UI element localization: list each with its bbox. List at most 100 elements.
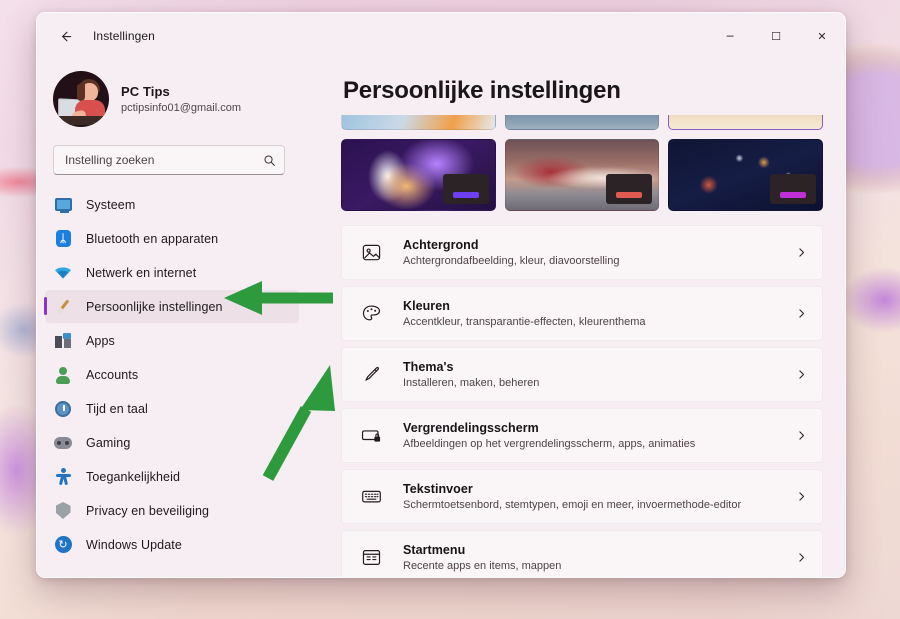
- chevron-right-icon[interactable]: [795, 246, 808, 259]
- sidebar-item-netwerk-en-internet[interactable]: Netwerk en internet: [45, 256, 299, 289]
- sidebar-item-label: Bluetooth en apparaten: [86, 231, 219, 246]
- settings-row-title: Achtergrond: [403, 238, 479, 252]
- brush-icon: [359, 363, 383, 387]
- theme-thumbnail-light-2[interactable]: [504, 115, 660, 130]
- settings-window: Instellingen ─ ☐ ✕ PC Tips pctipsinfo01@…: [36, 12, 846, 578]
- settings-row-title: Vergrendelingsscherm: [403, 421, 539, 435]
- settings-row-subtitle: Recente apps en items, mappen: [403, 560, 562, 572]
- search-icon: [263, 154, 276, 167]
- shield-icon: [53, 501, 73, 521]
- sidebar-item-gaming[interactable]: Gaming: [45, 426, 299, 459]
- maximize-button[interactable]: ☐: [753, 13, 799, 59]
- settings-row-tekstinvoer[interactable]: Tekstinvoer Schermtoetsenbord, stemtypen,…: [341, 469, 823, 524]
- settings-row-list: Achtergrond Achtergrondafbeelding, kleur,…: [341, 225, 823, 577]
- apps-icon: [53, 331, 73, 351]
- theme-thumbnail-light-3[interactable]: [668, 115, 823, 130]
- clock-icon: [53, 399, 73, 419]
- maximize-icon: ☐: [771, 29, 781, 43]
- settings-row-subtitle: Achtergrondafbeelding, kleur, diavoorste…: [403, 255, 620, 267]
- sidebar-item-label: Persoonlijke instellingen: [86, 299, 223, 314]
- sidebar-item-privacy-en-beveiliging[interactable]: Privacy en beveiliging: [45, 494, 299, 527]
- sidebar-item-label: Accounts: [86, 367, 139, 382]
- settings-row-title: Startmenu: [403, 543, 466, 557]
- avatar: [53, 71, 109, 127]
- chevron-right-icon[interactable]: [795, 307, 808, 320]
- settings-row-kleuren[interactable]: Kleuren Accentkleur, transparantie-effect…: [341, 286, 823, 341]
- sidebar-item-label: Tijd en taal: [86, 401, 148, 416]
- wifi-icon: [53, 263, 73, 283]
- minimize-button[interactable]: ─: [707, 13, 753, 59]
- chevron-right-icon[interactable]: [795, 490, 808, 503]
- settings-row-title: Kleuren: [403, 299, 450, 313]
- sidebar-item-label: Toegankelijkheid: [86, 469, 181, 484]
- window-caption-buttons: ─ ☐ ✕: [707, 13, 845, 59]
- sidebar-item-windows-update[interactable]: ↻ Windows Update: [45, 528, 299, 561]
- sidebar-item-systeem[interactable]: Systeem: [45, 188, 299, 221]
- lockscreen-icon: [359, 424, 383, 448]
- sidebar-item-label: Apps: [86, 333, 115, 348]
- settings-row-subtitle: Afbeeldingen op het vergrendelingsscherm…: [403, 438, 696, 450]
- sidebar-item-persoonlijke-instellingen[interactable]: Persoonlijke instellingen: [44, 290, 299, 323]
- settings-row-thema-s[interactable]: Thema's Installeren, maken, beheren: [341, 347, 823, 402]
- sidebar-item-bluetooth-en-apparaten[interactable]: ᛦ Bluetooth en apparaten: [45, 222, 299, 255]
- account-name: PC Tips: [121, 84, 170, 99]
- thumbnail-taskbar: [606, 174, 653, 204]
- window-titlebar: Instellingen ─ ☐ ✕: [37, 13, 845, 59]
- palette-icon: [359, 302, 383, 326]
- gamepad-icon: [53, 433, 73, 453]
- window-title: Instellingen: [93, 29, 155, 43]
- startmenu-icon: [359, 546, 383, 570]
- sidebar-item-label: Systeem: [86, 197, 136, 212]
- theme-thumbnail-grid: [341, 115, 823, 211]
- bluetooth-icon: ᛦ: [53, 229, 73, 249]
- back-arrow-icon[interactable]: [49, 20, 81, 52]
- account-block[interactable]: PC Tips pctipsinfo01@gmail.com: [37, 59, 307, 133]
- chevron-right-icon[interactable]: [795, 429, 808, 442]
- update-icon: ↻: [53, 535, 73, 555]
- theme-thumbnail-dark-2[interactable]: [504, 139, 660, 211]
- page-title: Persoonlijke instellingen: [343, 77, 621, 104]
- settings-row-subtitle: Installeren, maken, beheren: [403, 377, 540, 389]
- search-box[interactable]: [53, 145, 285, 175]
- accessibility-icon: [53, 467, 73, 487]
- sidebar-item-apps[interactable]: Apps: [45, 324, 299, 357]
- sidebar: PC Tips pctipsinfo01@gmail.com Systeem ᛦB…: [37, 59, 307, 577]
- theme-thumbnail-dark-1[interactable]: [341, 139, 496, 211]
- sidebar-item-label: Gaming: [86, 435, 131, 450]
- chevron-right-icon[interactable]: [795, 368, 808, 381]
- sidebar-item-accounts[interactable]: Accounts: [45, 358, 299, 391]
- settings-row-subtitle: Schermtoetsenbord, stemtypen, emoji en m…: [403, 499, 742, 511]
- settings-row-subtitle: Accentkleur, transparantie-effecten, kle…: [403, 316, 646, 328]
- account-email: pctipsinfo01@gmail.com: [121, 102, 241, 114]
- settings-row-title: Tekstinvoer: [403, 482, 473, 496]
- settings-row-title: Thema's: [403, 360, 454, 374]
- chevron-right-icon[interactable]: [795, 551, 808, 564]
- account-icon: [53, 365, 73, 385]
- keyboard-icon: [359, 485, 383, 509]
- thumbnail-taskbar: [442, 174, 489, 204]
- thumbnail-taskbar: [770, 174, 816, 204]
- sidebar-nav: Systeem ᛦ Bluetooth en apparaten Netwerk en…: [37, 187, 307, 562]
- theme-thumbnail-light-1[interactable]: [341, 115, 496, 130]
- sidebar-item-tijd-en-taal[interactable]: Tijd en taal: [45, 392, 299, 425]
- sidebar-item-label: Netwerk en internet: [86, 265, 197, 280]
- close-icon: ✕: [817, 29, 827, 43]
- settings-row-startmenu[interactable]: Startmenu Recente apps en items, mappen: [341, 530, 823, 577]
- sidebar-item-label: Windows Update: [86, 537, 182, 552]
- thumbnail-accent-pill: [780, 192, 806, 198]
- sidebar-item-toegankelijkheid[interactable]: Toegankelijkheid: [45, 460, 299, 493]
- theme-thumbnail-dark-3[interactable]: [668, 139, 823, 211]
- thumbnail-accent-pill: [616, 192, 643, 198]
- image-icon: [359, 241, 383, 265]
- settings-row-achtergrond[interactable]: Achtergrond Achtergrondafbeelding, kleur,…: [341, 225, 823, 280]
- search-input[interactable]: [65, 153, 263, 167]
- monitor-icon: [53, 195, 73, 215]
- search-container: [37, 133, 307, 181]
- thumbnail-accent-pill: [452, 192, 479, 198]
- close-button[interactable]: ✕: [799, 13, 845, 59]
- main-content: Persoonlijke instellingen Achtergrond Ach…: [307, 59, 845, 577]
- paintbrush-icon: [53, 297, 73, 317]
- settings-row-vergrendelingsscherm[interactable]: Vergrendelingsscherm Afbeeldingen op het …: [341, 408, 823, 463]
- sidebar-item-label: Privacy en beveiliging: [86, 503, 210, 518]
- minimize-icon: ─: [726, 29, 734, 43]
